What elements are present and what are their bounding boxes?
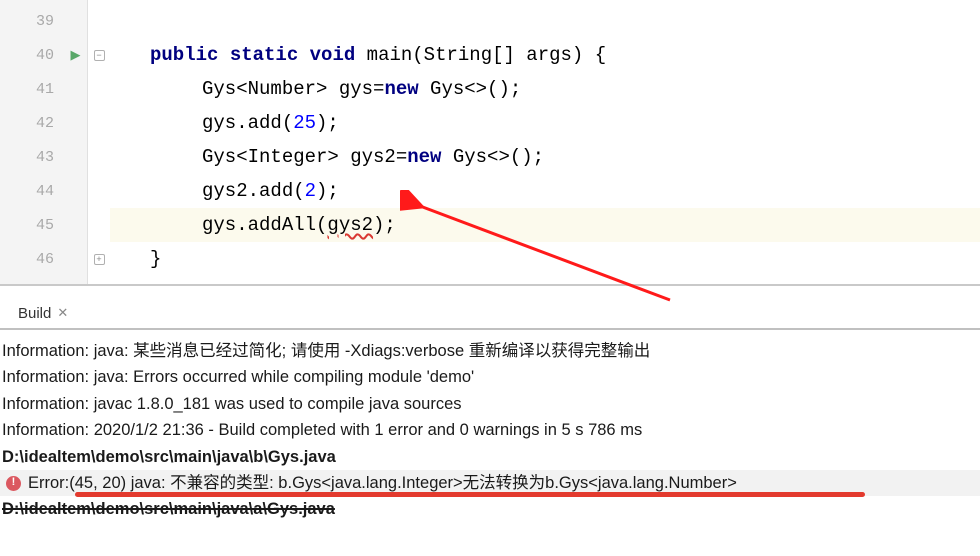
code-token: gys2.add( [202, 180, 305, 202]
fold-expand-icon[interactable]: + [94, 254, 105, 265]
code-token: static [230, 44, 310, 66]
code-token: main(String[] args) { [367, 44, 606, 66]
fold-gutter-row [88, 208, 110, 242]
build-info-message: Information: java: 某些消息已经过简化; 请使用 -Xdiag… [0, 338, 980, 364]
run-gutter-row[interactable]: ▶ [64, 38, 87, 72]
fold-gutter: −+ [88, 0, 110, 284]
code-line[interactable]: Gys<Integer> gys2=new Gys<>(); [110, 140, 980, 174]
run-gutter-row [64, 106, 87, 140]
code-token: public [150, 44, 230, 66]
code-line[interactable]: gys.addAll(gys2); [110, 208, 980, 242]
line-number-gutter: 3940414243444546 [14, 0, 64, 284]
build-info-message: Information: javac 1.8.0_181 was used to… [0, 391, 980, 417]
line-number: 43 [14, 140, 64, 174]
run-gutter-row [64, 72, 87, 106]
code-line[interactable]: } [110, 242, 980, 276]
line-number: 42 [14, 106, 64, 140]
line-number: 40 [14, 38, 64, 72]
line-number: 39 [14, 4, 64, 38]
build-file-link[interactable]: D:\idealtem\demo\src\main\java\b\Gys.jav… [0, 444, 980, 470]
code-content[interactable]: public static void main(String[] args) {… [110, 0, 980, 284]
build-messages[interactable]: Information: java: 某些消息已经过简化; 请使用 -Xdiag… [0, 330, 980, 523]
code-token: 25 [293, 112, 316, 134]
code-token: Gys<Integer> gys2= [202, 146, 407, 168]
error-icon: ! [6, 476, 21, 491]
code-line[interactable]: gys.add(25); [110, 106, 980, 140]
code-token: new [384, 78, 430, 100]
fold-gutter-row[interactable]: + [88, 242, 110, 276]
fold-collapse-icon[interactable]: − [94, 50, 105, 61]
margin-strip [0, 0, 14, 284]
code-token: Gys<>(); [453, 146, 544, 168]
run-gutter-row [64, 174, 87, 208]
run-gutter-row [64, 140, 87, 174]
code-token: ); [316, 180, 339, 202]
build-info-message: Information: 2020/1/2 21:36 - Build comp… [0, 417, 980, 443]
fold-gutter-row [88, 4, 110, 38]
build-error-message[interactable]: !Error:(45, 20) java: 不兼容的类型: b.Gys<java… [0, 470, 980, 496]
line-number: 46 [14, 242, 64, 276]
close-icon[interactable]: ✕ [57, 305, 68, 321]
code-token: void [310, 44, 367, 66]
code-token: gys.addAll( [202, 214, 327, 236]
fold-gutter-row [88, 174, 110, 208]
code-token: gys2 [327, 214, 373, 236]
tool-window-tabs: Build ✕ [0, 300, 980, 326]
line-number: 45 [14, 208, 64, 242]
line-number: 44 [14, 174, 64, 208]
fold-gutter-row [88, 72, 110, 106]
build-tab[interactable]: Build [18, 305, 57, 322]
line-number: 41 [14, 72, 64, 106]
code-token: ); [316, 112, 339, 134]
run-gutter: ▶ [64, 0, 88, 284]
code-token: 2 [305, 180, 316, 202]
code-token: Gys<>(); [430, 78, 521, 100]
code-token: Gys<Number> gys= [202, 78, 384, 100]
code-token: } [150, 248, 161, 270]
fold-gutter-row[interactable]: − [88, 38, 110, 72]
run-gutter-row [64, 242, 87, 276]
run-gutter-row [64, 4, 87, 38]
code-line[interactable]: public static void main(String[] args) { [110, 38, 980, 72]
code-line[interactable]: gys2.add(2); [110, 174, 980, 208]
code-editor[interactable]: 3940414243444546 ▶ −+ public static void… [0, 0, 980, 285]
fold-gutter-row [88, 140, 110, 174]
run-icon[interactable]: ▶ [71, 47, 81, 63]
code-line[interactable]: Gys<Number> gys=new Gys<>(); [110, 72, 980, 106]
code-token: ); [373, 214, 396, 236]
code-line[interactable] [110, 4, 980, 38]
annotation-underline [75, 492, 865, 497]
run-gutter-row [64, 208, 87, 242]
code-token: gys.add( [202, 112, 293, 134]
fold-gutter-row [88, 106, 110, 140]
code-token: new [407, 146, 453, 168]
build-file-link[interactable]: D:\idealtem\demo\src\main\java\a\Gys.jav… [0, 496, 980, 522]
build-info-message: Information: java: Errors occurred while… [0, 364, 980, 390]
build-tool-window: Build ✕ Information: java: 某些消息已经过简化; 请使… [0, 285, 980, 523]
